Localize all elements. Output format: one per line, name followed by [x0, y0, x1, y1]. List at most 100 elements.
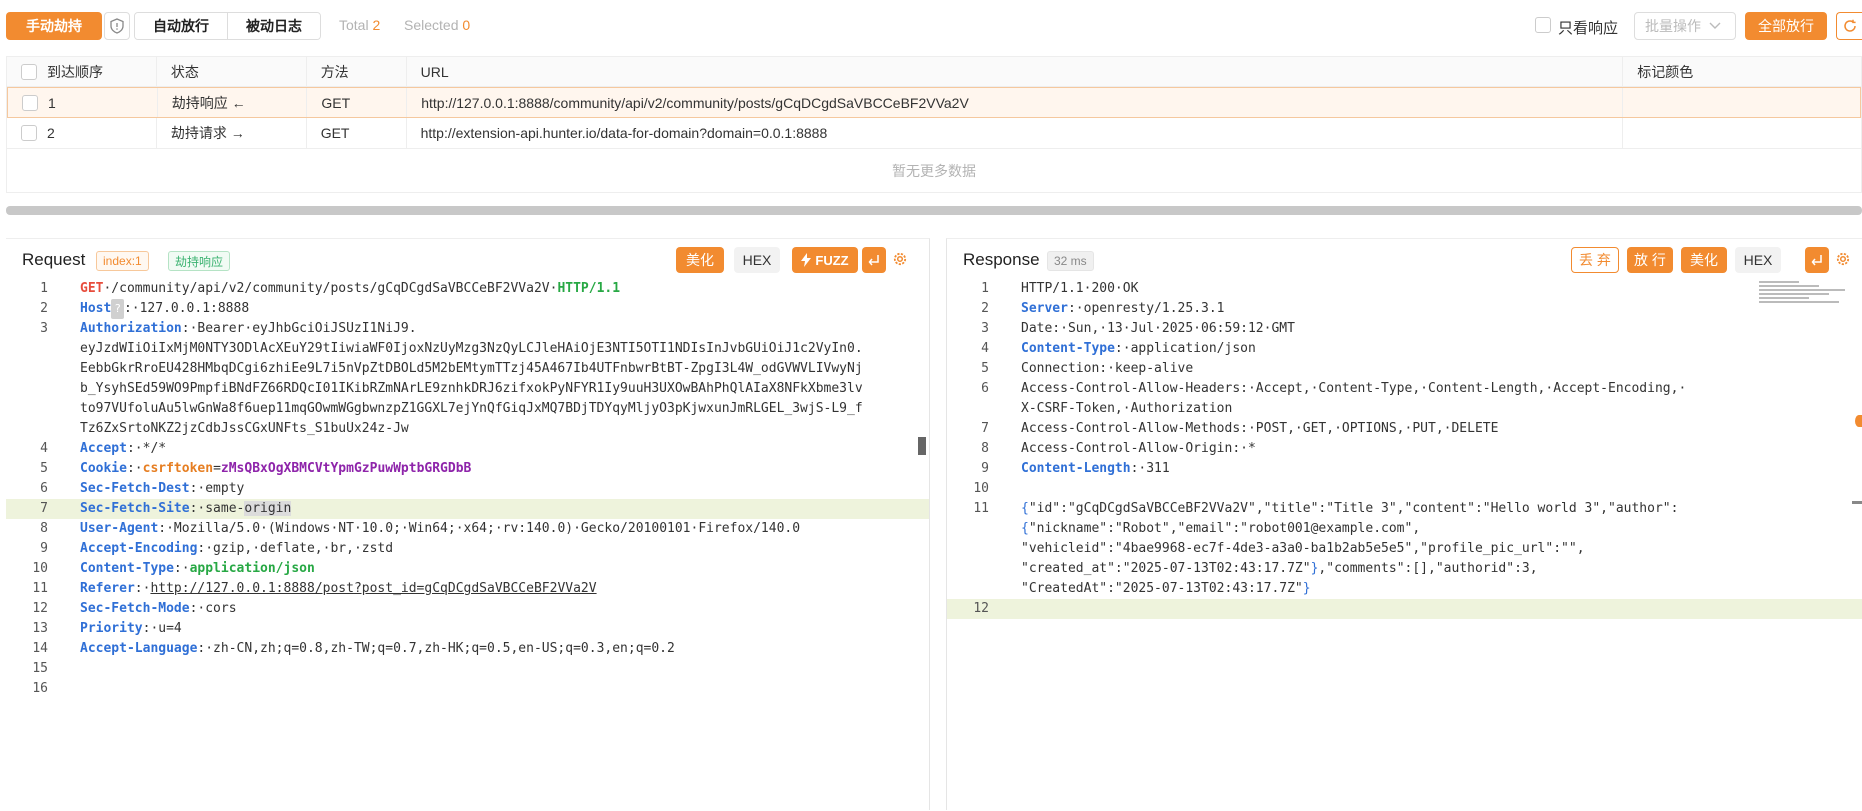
request-beautify-button[interactable]: 美化	[676, 247, 724, 273]
code-line[interactable]: "CreatedAt":"2025-07-13T02:43:17.7Z"}	[947, 579, 1862, 599]
code-token: csrftoken	[142, 461, 214, 476]
code-token: EebbGkrRroEU428HMbqDCgi6zhiEe9L7i5nVpZtD…	[80, 361, 863, 376]
line-text: Access-Control-Allow-Methods:·POST,·GET,…	[1021, 419, 1498, 439]
response-editor[interactable]: 1 HTTP/1.1·200·OK 2 Server:·openresty/1.25.…	[947, 279, 1862, 811]
code-line[interactable]: eyJzdWIiOiIxMjM0NTY3ODlAcXEuY29tIiwiaWF0…	[6, 339, 929, 359]
code-token: Tz6ZxSrtoNKZ2jzCdbJssCGxUNFts_S1buUx24z-…	[80, 421, 409, 436]
row-mark-color[interactable]	[1623, 88, 1861, 117]
code-token: Priority	[80, 621, 143, 636]
code-line[interactable]: 9 Accept-Encoding:·gzip,·deflate,·br,·zst…	[6, 539, 929, 559]
code-line[interactable]: 10 Content-Type:·application/json	[6, 559, 929, 579]
code-token: Cookie	[80, 461, 127, 476]
row-url: http://extension-api.hunter.io/data-for-…	[407, 118, 1624, 148]
request-title: Request	[22, 250, 86, 269]
response-scroll-marker[interactable]	[1852, 501, 1862, 504]
code-line[interactable]: 5 Cookie:·csrftoken=zMsQBxOgXBMCVtYpmGzPu…	[6, 459, 929, 479]
release-button[interactable]: 放 行	[1627, 247, 1673, 273]
code-line[interactable]: "vehicleid":"4bae9968-ec7f-4de3-a3a0-ba1…	[947, 539, 1862, 559]
request-hex-button[interactable]: HEX	[734, 247, 780, 273]
code-line[interactable]: 1 HTTP/1.1·200·OK	[947, 279, 1862, 299]
row-method: GET	[307, 118, 407, 148]
refresh-button[interactable]	[1836, 12, 1862, 40]
code-token: ·/community/api/v2/community/posts/gCqDC…	[103, 281, 558, 296]
line-text: Content-Type:·application/json	[80, 559, 315, 579]
row-checkbox[interactable]	[21, 125, 37, 141]
code-line[interactable]: 3 Authorization:·Bearer·eyJhbGciOiJSUzI1N…	[6, 319, 929, 339]
code-token: :·Mozilla/5.0·(Windows·NT·10.0;·Win64;·x…	[158, 521, 801, 536]
code-line[interactable]: 15	[6, 659, 929, 679]
code-line[interactable]: {"nickname":"Robot","email":"robot001@ex…	[947, 519, 1862, 539]
code-line[interactable]: 5 Connection:·keep-alive	[947, 359, 1862, 379]
row-checkbox[interactable]	[22, 94, 38, 111]
code-line[interactable]: 16	[6, 679, 929, 699]
header-status: 状态	[157, 57, 307, 86]
code-token: "vehicleid":"4bae9968-ec7f-4de3-a3a0-ba1…	[1021, 541, 1585, 556]
tab-auto-release[interactable]: 自动放行	[135, 13, 227, 39]
code-token: :·u=4	[142, 621, 182, 636]
manual-hijack-button[interactable]: 手动劫持	[6, 12, 102, 40]
shield-info-button[interactable]	[104, 12, 130, 40]
response-hex-button[interactable]: HEX	[1735, 247, 1781, 273]
code-line[interactable]: Tz6ZxSrtoNKZ2jzCdbJssCGxUNFts_S1buUx24z-…	[6, 419, 929, 439]
table-row[interactable]: 1 劫持响应 ← GET http://127.0.0.1:8888/commu…	[7, 87, 1861, 118]
code-line[interactable]: 9 Content-Length:·311	[947, 459, 1862, 479]
request-wrap-button[interactable]	[862, 247, 886, 273]
code-token: Authorization	[80, 321, 182, 336]
line-number: 10	[973, 481, 989, 496]
code-token: Content-Type	[1021, 341, 1115, 356]
code-line[interactable]: 14 Accept-Language:·zh-CN,zh;q=0.8,zh-TW;…	[6, 639, 929, 659]
code-token: "CreatedAt":"2025-07-13T02:43:17.7Z"	[1021, 581, 1303, 596]
batch-ops-select[interactable]: 批量操作	[1634, 12, 1736, 40]
line-number: 1	[40, 281, 48, 296]
response-wrap-button[interactable]	[1805, 247, 1829, 273]
code-line[interactable]: 8 User-Agent:·Mozilla/5.0·(Windows·NT·10.…	[6, 519, 929, 539]
code-token: Sec-Fetch-Mode	[80, 601, 190, 616]
code-line[interactable]: 8 Access-Control-Allow-Origin:·*	[947, 439, 1862, 459]
request-settings-gear-icon[interactable]	[892, 251, 908, 267]
code-token: Date:·Sun,·13·Jul·2025·06:59:12·GMT	[1021, 321, 1295, 336]
code-line[interactable]: 2 Host?:·127.0.0.1:8888	[6, 299, 929, 319]
code-line[interactable]: "created_at":"2025-07-13T02:43:17.7Z"},"…	[947, 559, 1862, 579]
code-line[interactable]: 13 Priority:·u=4	[6, 619, 929, 639]
code-line[interactable]: 3 Date:·Sun,·13·Jul·2025·06:59:12·GMT	[947, 319, 1862, 339]
fuzz-button[interactable]: FUZZ	[792, 247, 858, 273]
release-all-button[interactable]: 全部放行	[1745, 12, 1827, 40]
only-response-checkbox[interactable]	[1535, 17, 1551, 33]
select-all-checkbox[interactable]	[21, 63, 37, 80]
request-scroll-marker[interactable]	[918, 437, 926, 455]
row-mark-color[interactable]	[1623, 118, 1861, 148]
table-horizontal-scrollbar[interactable]	[6, 206, 1862, 215]
code-line[interactable]: 4 Accept:·*/*	[6, 439, 929, 459]
enter-icon	[1811, 255, 1822, 266]
table-row[interactable]: 2 劫持请求 → GET http://extension-api.hunter…	[7, 118, 1861, 149]
code-line[interactable]: 10	[947, 479, 1862, 499]
code-line[interactable]: X-CSRF-Token,·Authorization	[947, 399, 1862, 419]
code-line[interactable]: 6 Sec-Fetch-Dest:·empty	[6, 479, 929, 499]
code-line[interactable]: b_YsyhSEd59WO9PmpfiBNdFZ66RDQcI01IKibRZm…	[6, 379, 929, 399]
code-line[interactable]: 12	[947, 599, 1862, 619]
code-line[interactable]: 6 Access-Control-Allow-Headers:·Accept,·C…	[947, 379, 1862, 399]
line-text: to97VUfoluAu5lwGnWa8f6uep11mqGOwmWGgbwnz…	[80, 399, 863, 419]
code-token: Access-Control-Allow-Headers:·Accept,·Co…	[1021, 381, 1687, 396]
code-line[interactable]: EebbGkrRroEU428HMbqDCgi6zhiEe9L7i5nVpZtD…	[6, 359, 929, 379]
response-settings-gear-icon[interactable]	[1835, 251, 1851, 267]
line-text: GET·/community/api/v2/community/posts/gC…	[80, 279, 620, 299]
line-text: {"nickname":"Robot","email":"robot001@ex…	[1021, 519, 1420, 539]
header-method: 方法	[307, 57, 407, 86]
response-beautify-button[interactable]: 美化	[1681, 247, 1727, 273]
discard-button[interactable]: 丢 弃	[1571, 247, 1619, 273]
code-line[interactable]: 2 Server:·openresty/1.25.3.1	[947, 299, 1862, 319]
code-line[interactable]: 11 {"id":"gCqDCgdSaVBCCeBF2VVa2V","title"…	[947, 499, 1862, 519]
code-line[interactable]: 12 Sec-Fetch-Mode:·cors	[6, 599, 929, 619]
code-line[interactable]: 4 Content-Type:·application/json	[947, 339, 1862, 359]
tab-passive-log[interactable]: 被动日志	[227, 13, 320, 39]
code-line[interactable]: 11 Referer:·http://127.0.0.1:8888/post?po…	[6, 579, 929, 599]
line-text: EebbGkrRroEU428HMbqDCgi6zhiEe9L7i5nVpZtD…	[80, 359, 863, 379]
request-editor[interactable]: 1 GET·/community/api/v2/community/posts/g…	[6, 279, 929, 811]
code-line[interactable]: 7 Sec-Fetch-Site:·same-origin	[6, 499, 929, 519]
code-line[interactable]: 1 GET·/community/api/v2/community/posts/g…	[6, 279, 929, 299]
code-line[interactable]: 7 Access-Control-Allow-Methods:·POST,·GET…	[947, 419, 1862, 439]
line-text: Content-Length:·311	[1021, 459, 1170, 479]
code-line[interactable]: to97VUfoluAu5lwGnWa8f6uep11mqGOwmWGgbwnz…	[6, 399, 929, 419]
header-order-label: 到达顺序	[47, 63, 103, 80]
